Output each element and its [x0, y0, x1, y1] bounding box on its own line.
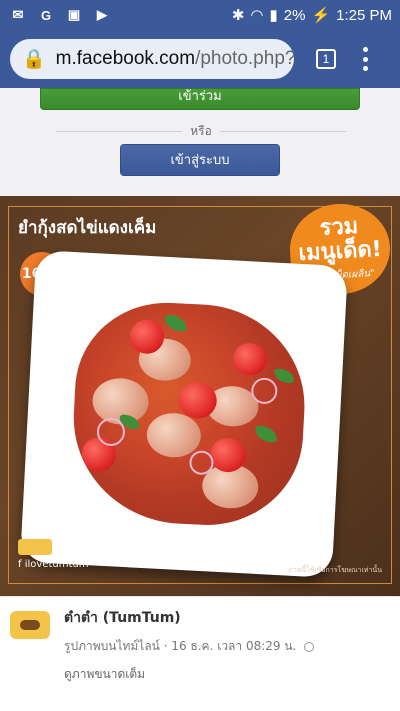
fine-print: ภาพนี้ใช้เพื่อการโฆษณาเท่านั้น	[288, 566, 382, 574]
tumtum-logo	[18, 539, 52, 555]
gmail-icon: ✉	[12, 7, 24, 22]
promo-title: รวม เมนูเด็ด!	[297, 214, 383, 267]
status-bar: ✉ G ▣ ▶ ✱ ◠ ▮ 2% ⚡ 1:25 PM	[0, 0, 400, 30]
browser-toolbar: 🔒 m.facebook.com/photo.php? 1	[0, 30, 400, 88]
tab-switcher-button[interactable]: 1	[316, 49, 336, 69]
status-indicators: ✱ ◠ ▮ 2% ⚡ 1:25 PM	[231, 6, 392, 25]
post-meta: รูปภาพบนไทม์ไลน์ · 16 ธ.ค. เวลา 08:29 น.	[64, 637, 315, 656]
google-icon: G	[40, 7, 52, 23]
wifi-icon: ◠	[250, 7, 264, 24]
url-path: /photo.php?	[195, 48, 294, 69]
url-host: m.facebook.com	[55, 48, 196, 69]
battery-percent: 2%	[283, 6, 306, 24]
login-button[interactable]: เข้าสู่ระบบ	[120, 144, 280, 176]
facebook-icon: f	[18, 559, 22, 570]
auth-panel: เข้าร่วม หรือ เข้าสู่ระบบ	[0, 88, 400, 196]
youtube-icon: ▶	[97, 7, 107, 22]
lock-icon: 🔒	[22, 49, 46, 70]
brand-footer: f ilovetumtum	[18, 539, 138, 570]
view-full-size-link[interactable]: ดูภาพขนาดเต็ม	[64, 665, 145, 684]
address-bar[interactable]: 🔒 m.facebook.com/photo.php?	[10, 39, 294, 79]
or-divider: หรือ	[56, 122, 346, 140]
browser-menu-icon[interactable]	[362, 47, 368, 71]
post-photo[interactable]: ยำกุ้งสดไข่แดงเค็ม 169.- รวม เมนูเด็ด! "…	[0, 196, 400, 596]
divider-line-left	[56, 130, 183, 132]
battery-icon: ⚡	[311, 7, 331, 24]
post-header: ตำตำ (TumTum) รูปภาพบนไทม์ไลน์ · 16 ธ.ค.…	[0, 596, 400, 711]
gallery-icon: ▣	[67, 7, 81, 22]
brand-handle: ilovetumtum	[24, 559, 89, 570]
signal-icon: ▮	[269, 7, 278, 24]
notification-icons: ✉ G ▣ ▶	[8, 6, 112, 24]
clock: 1:25 PM	[336, 6, 392, 24]
divider-line-right	[219, 130, 346, 132]
globe-icon	[304, 641, 315, 652]
bluetooth-icon: ✱	[231, 7, 245, 24]
or-label: หรือ	[190, 123, 212, 138]
dish-title: ยำกุ้งสดไข่แดงเค็ม	[18, 218, 157, 238]
page-name-link[interactable]: ตำตำ (TumTum)	[64, 607, 181, 629]
post-meta-text: รูปภาพบนไทม์ไลน์ · 16 ธ.ค. เวลา 08:29 น.	[64, 639, 297, 653]
page-avatar[interactable]	[10, 611, 50, 639]
join-button[interactable]: เข้าร่วม	[40, 88, 360, 110]
